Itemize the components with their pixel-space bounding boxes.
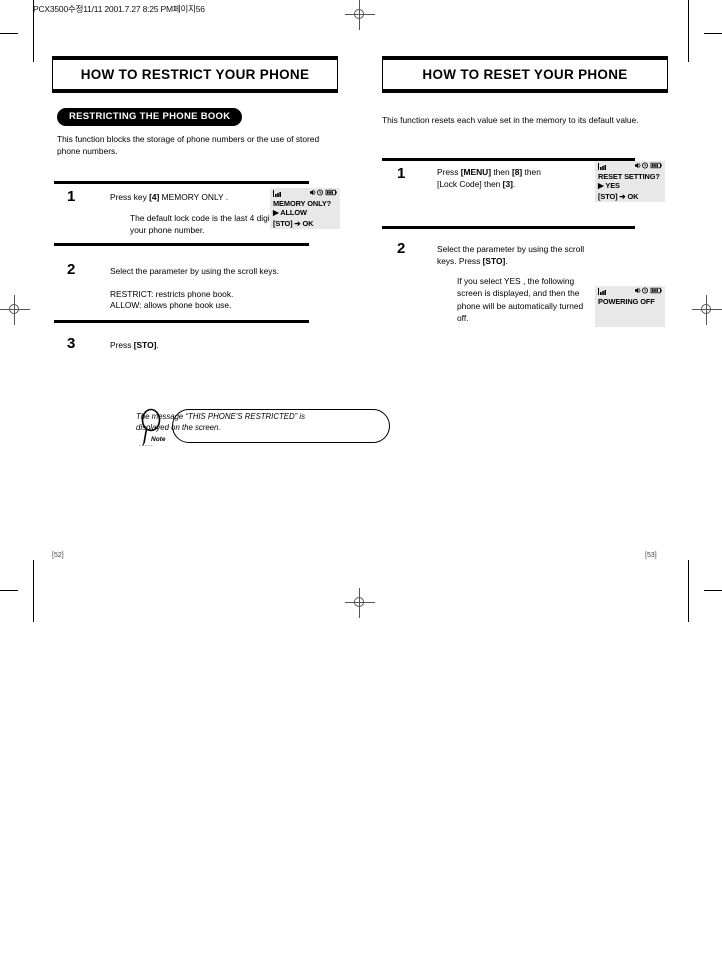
right-step-divider-rule-2	[382, 226, 635, 229]
right-step-1-lcd-line1: RESET SETTING?	[598, 172, 660, 181]
right-step-2-line1: Select the parameter by using the scroll	[437, 244, 585, 254]
signal-bars-icon	[598, 287, 610, 297]
right-step-2-line2-post: .	[505, 256, 508, 267]
left-step-3-text-pre: Press	[110, 340, 134, 350]
step-divider-rule-2	[54, 243, 309, 246]
trim-mark-right-vertical	[688, 0, 689, 62]
left-page-title: HOW TO RESTRICT YOUR PHONE	[80, 67, 310, 82]
right-step-1-lcd-line3: [STO] ➔ OK	[598, 192, 639, 201]
left-step-2-subtext-b: ALLOW: allows phone book use.	[110, 300, 232, 310]
right-step-1-lcd-line2: ▶ YES	[598, 181, 620, 190]
right-step-1-key-menu: [MENU]	[460, 167, 491, 177]
left-page-folio: [52]	[52, 552, 64, 559]
right-step-1-line2-pre: [Lock Code] then	[437, 179, 503, 190]
left-page-intro-text: This function blocks the storage of phon…	[57, 134, 320, 156]
registration-mark-bottom	[345, 588, 375, 618]
speaker-alarm-battery-icons-svg	[635, 287, 662, 294]
step-divider-rule-3	[54, 320, 309, 323]
right-step-2-text: Select the parameter by using the scroll…	[437, 243, 597, 268]
left-step-3-key: [STO]	[133, 340, 157, 350]
trim-mark-bottomright-horizontal	[704, 590, 722, 591]
step-divider-rule-1	[54, 181, 309, 184]
registration-mark-top	[345, 0, 375, 30]
trim-mark-right-vertical-bottom	[688, 560, 689, 622]
left-step-1-text: Press key [4] MEMORY ONLY .	[110, 191, 285, 203]
right-page-intro-text: This function resets each value set in t…	[382, 115, 639, 125]
left-step-1-number: 1	[67, 188, 76, 205]
registration-mark-right	[692, 295, 722, 325]
lcd-status-icons	[634, 287, 662, 297]
right-step-2-number: 2	[397, 240, 406, 257]
right-step-2-lcd-line1: POWERING OFF	[598, 297, 655, 306]
registration-mark-left	[0, 295, 30, 325]
lcd-status-icons	[309, 189, 337, 199]
speaker-alarm-battery-icons-svg	[635, 162, 662, 169]
right-step-2-line2-pre: keys. Press	[437, 256, 483, 267]
signal-bars-icon-svg	[598, 162, 606, 170]
right-step-2-key-sto: [STO]	[482, 256, 506, 267]
right-step-1-line2-post: .	[512, 179, 516, 190]
lcd-status-bar	[273, 189, 337, 199]
manual-page-spread: PCX3500수정11/11 2001.7.27 8:25 PM페이지56 HO…	[0, 0, 722, 954]
left-step-3-text-post: .	[156, 340, 159, 350]
section-badge-restricting-phone-book: RESTRICTING THE PHONE BOOK	[57, 108, 243, 126]
left-step-1-key: [4]	[149, 192, 160, 202]
right-step-1-key-3: [3]	[502, 179, 513, 190]
note-text: The message “THIS PHONE’S RESTRICTED” is…	[136, 412, 305, 432]
right-step-1-phone-screen: RESET SETTING? ▶ YES [STO] ➔ OK	[595, 161, 665, 202]
left-step-1-lcd-line3: [STO] ➔ OK	[273, 219, 314, 228]
trim-mark-topleft-horizontal	[0, 33, 18, 34]
left-step-1-subtext: The default lock code is the last 4 digi…	[130, 213, 286, 236]
speaker-alarm-battery-icons-svg	[310, 189, 337, 196]
left-step-3-number: 3	[67, 335, 76, 352]
signal-bars-icon	[273, 189, 285, 199]
trim-mark-left-vertical-bottom	[33, 560, 34, 622]
left-step-2-text: Select the parameter by using the scroll…	[110, 266, 279, 276]
right-step-1-text-post: then	[522, 167, 541, 177]
left-step-3-text: Press [STO].	[110, 339, 320, 351]
right-page-folio: [53]	[645, 552, 657, 559]
lcd-status-icons	[634, 162, 662, 172]
left-step-1-text-pre: Press key	[110, 192, 150, 202]
right-step-1-key-8: [8]	[511, 167, 523, 177]
right-step-1-text-pre: Press	[437, 167, 461, 177]
trim-mark-left-vertical	[33, 0, 34, 62]
svg-text:Note: Note	[151, 436, 166, 443]
right-step-1-number: 1	[397, 165, 406, 182]
left-page-title-box: HOW TO RESTRICT YOUR PHONE	[52, 56, 338, 93]
signal-bars-icon-svg	[273, 189, 281, 197]
left-step-1-text-post: MEMORY ONLY .	[159, 192, 229, 202]
left-step-1-lcd-line1: MEMORY ONLY?	[273, 199, 332, 208]
right-page-title: HOW TO RESET YOUR PHONE	[422, 67, 628, 82]
left-step-1-phone-screen: MEMORY ONLY? ▶ ALLOW [STO] ➔ OK	[270, 188, 340, 229]
left-step-2-number: 2	[67, 261, 76, 278]
signal-bars-icon-svg	[598, 287, 606, 295]
signal-bars-icon	[598, 162, 610, 172]
left-step-1-lcd-line2: ▶ ALLOW	[273, 208, 307, 217]
right-step-1-text: Press [MENU] then [8] then [Lock Code] t…	[437, 166, 587, 191]
trim-mark-topright-horizontal	[704, 33, 722, 34]
right-page-title-box: HOW TO RESET YOUR PHONE	[382, 56, 668, 93]
lcd-status-bar	[598, 287, 662, 297]
right-step-2-subtext: If you select YES , the following screen…	[457, 276, 584, 324]
prepress-header-text: PCX3500수정11/11 2001.7.27 8:25 PM페이지56	[33, 4, 205, 14]
lcd-status-bar	[598, 162, 662, 172]
right-step-1-text-mid: then	[491, 167, 512, 177]
trim-mark-bottomleft-horizontal	[0, 590, 18, 591]
right-step-2-phone-screen: POWERING OFF	[595, 286, 665, 327]
